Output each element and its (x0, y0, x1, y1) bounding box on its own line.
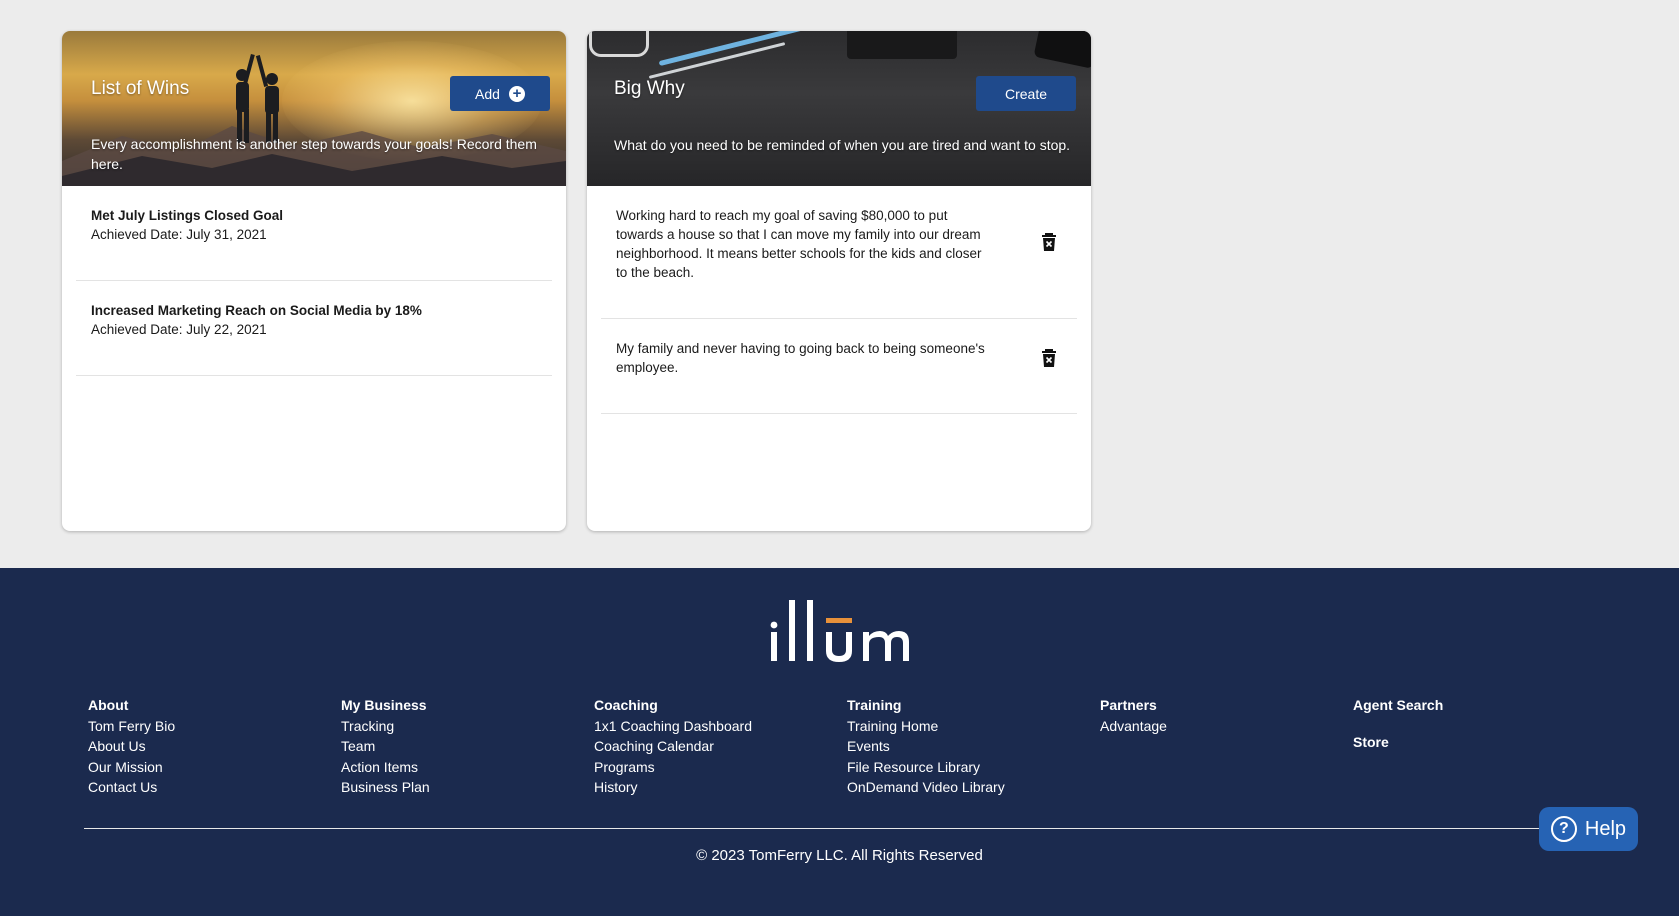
why-list-item: Working hard to reach my goal of saving … (601, 186, 1077, 319)
footer-link[interactable]: Action Items (341, 757, 430, 778)
wins-header-banner: List of Wins Add + Every accomplishment … (62, 31, 566, 186)
agent-search-link[interactable]: Agent Search (1353, 695, 1443, 716)
footer-link[interactable]: OnDemand Video Library (847, 777, 1005, 798)
win-achieved-date: Achieved Date: July 22, 2021 (91, 322, 267, 337)
phone-image (1033, 31, 1091, 69)
win-title: Met July Listings Closed Goal (91, 208, 284, 223)
wins-card-description: Every accomplishment is another step tow… (91, 136, 537, 172)
footer-link[interactable]: Business Plan (341, 777, 430, 798)
delete-trash-icon[interactable] (1041, 349, 1057, 367)
footer-link[interactable]: Training Home (847, 716, 1005, 737)
footer-link[interactable]: Advantage (1100, 716, 1167, 737)
help-button[interactable]: ? Help (1539, 807, 1638, 851)
footer-link[interactable]: Coaching Calendar (594, 736, 752, 757)
footer-divider (84, 828, 1614, 829)
copyright-text: © 2023 TomFerry LLC. All Rights Reserved (696, 847, 983, 864)
store-link[interactable]: Store (1353, 732, 1443, 753)
footer-heading: About (88, 697, 129, 713)
create-why-button[interactable]: Create (976, 76, 1076, 111)
why-list-item: My family and never having to going back… (601, 319, 1077, 414)
why-list: Working hard to reach my goal of saving … (587, 186, 1091, 414)
footer-link[interactable]: About Us (88, 736, 175, 757)
why-text: My family and never having to going back… (616, 341, 985, 375)
footer-link[interactable]: Tracking (341, 716, 430, 737)
why-header-banner: Big Why Create What do you need to be re… (587, 31, 1091, 186)
footer-column-my-business: My Business Tracking Team Action Items B… (341, 695, 430, 798)
plus-circle-icon: + (508, 85, 525, 102)
site-footer: About Tom Ferry Bio About Us Our Mission… (0, 568, 1679, 916)
wins-list: Met July Listings Closed Goal Achieved D… (62, 186, 566, 376)
footer-link[interactable]: Programs (594, 757, 752, 778)
list-of-wins-card: List of Wins Add + Every accomplishment … (62, 31, 566, 531)
wallet-image (847, 31, 957, 59)
footer-heading: My Business (341, 697, 427, 713)
add-win-button[interactable]: Add + (450, 76, 550, 111)
wins-card-title: List of Wins (91, 78, 190, 99)
footer-heading: Training (847, 697, 902, 713)
why-text: Working hard to reach my goal of saving … (616, 208, 982, 280)
win-list-item[interactable]: Met July Listings Closed Goal Achieved D… (76, 186, 552, 281)
pen-image (658, 31, 806, 67)
footer-column-training: Training Training Home Events File Resou… (847, 695, 1005, 798)
win-title: Increased Marketing Reach on Social Medi… (91, 303, 422, 318)
footer-column-about: About Tom Ferry Bio About Us Our Mission… (88, 695, 175, 798)
question-circle-icon: ? (1550, 816, 1577, 842)
glasses-image (589, 31, 649, 57)
win-achieved-date: Achieved Date: July 31, 2021 (91, 227, 267, 242)
help-label: Help (1584, 817, 1627, 840)
big-why-card: Big Why Create What do you need to be re… (587, 31, 1091, 531)
illum-logo[interactable] (766, 598, 914, 668)
footer-heading: Coaching (594, 697, 658, 713)
footer-column-coaching: Coaching 1x1 Coaching Dashboard Coaching… (594, 695, 752, 798)
add-button-label: Add (475, 85, 500, 102)
why-card-description: What do you need to be reminded of when … (614, 137, 1071, 153)
footer-link[interactable]: Team (341, 736, 430, 757)
why-card-title: Big Why (614, 78, 685, 99)
footer-link[interactable]: Contact Us (88, 777, 175, 798)
footer-heading: Partners (1100, 697, 1157, 713)
footer-link[interactable]: 1x1 Coaching Dashboard (594, 716, 752, 737)
footer-link[interactable]: History (594, 777, 752, 798)
footer-link[interactable]: File Resource Library (847, 757, 1005, 778)
win-list-item[interactable]: Increased Marketing Reach on Social Medi… (76, 281, 552, 376)
footer-link[interactable]: Tom Ferry Bio (88, 716, 175, 737)
delete-trash-icon[interactable] (1041, 233, 1057, 251)
footer-link[interactable]: Our Mission (88, 757, 175, 778)
footer-column-agent-search: Agent Search Store (1353, 695, 1443, 752)
footer-column-partners: Partners Advantage (1100, 695, 1167, 736)
footer-link[interactable]: Events (847, 736, 1005, 757)
